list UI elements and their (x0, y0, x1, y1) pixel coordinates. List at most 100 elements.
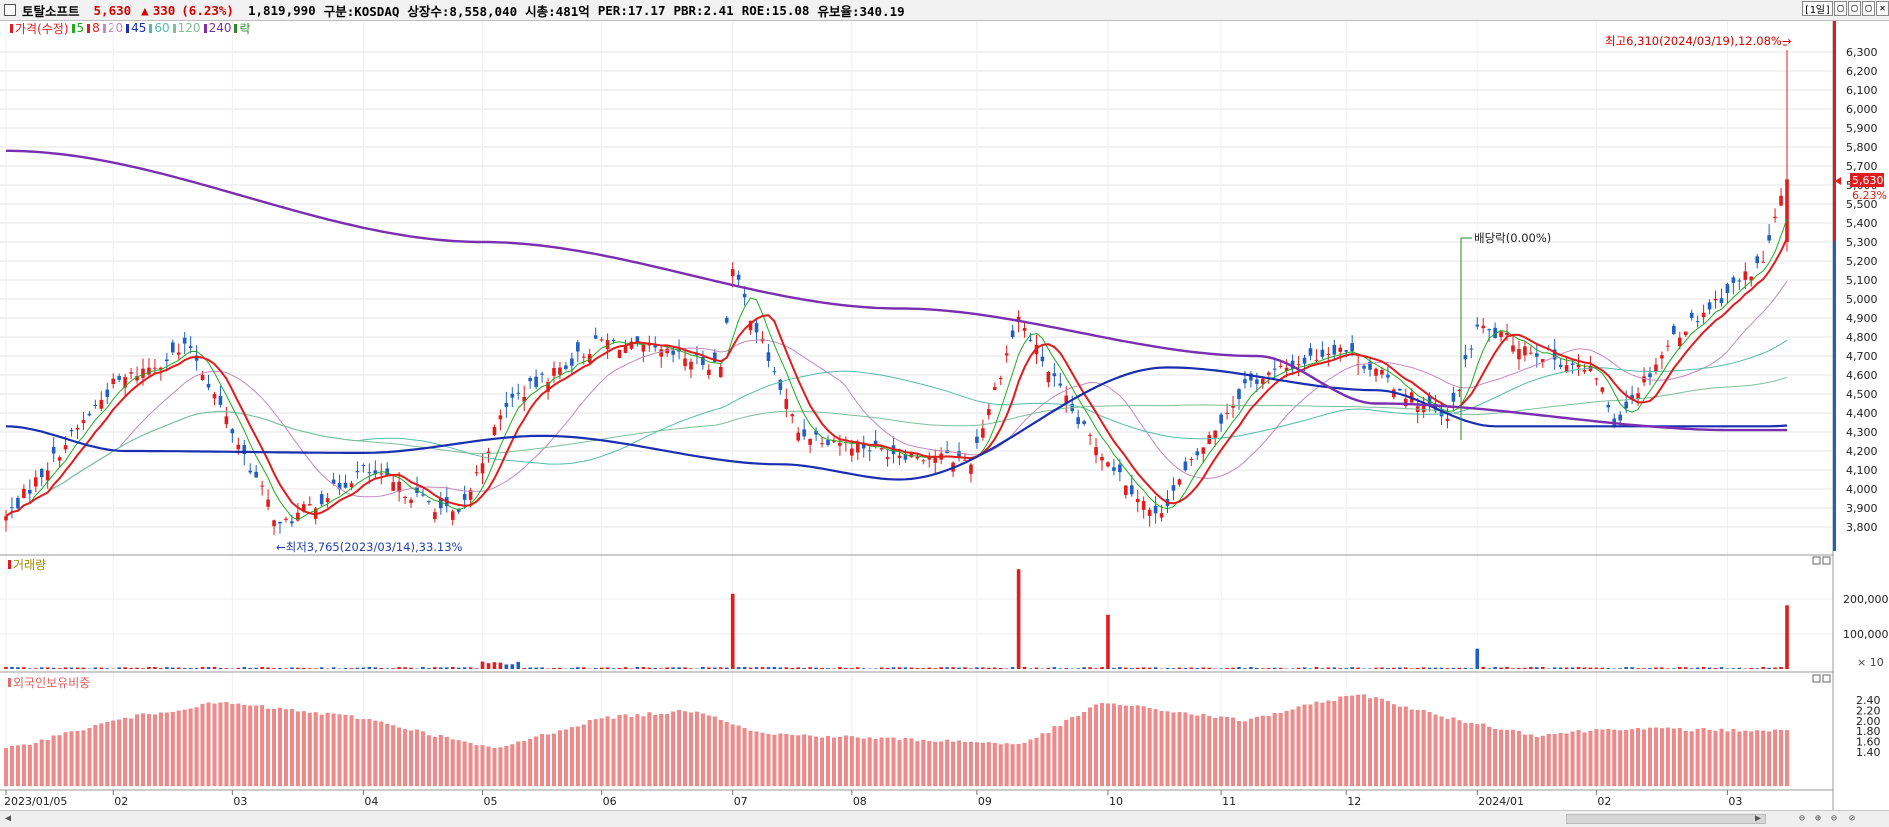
volume-bar (939, 667, 943, 669)
volume-bar (40, 667, 44, 669)
volume-bar (1029, 668, 1033, 669)
price-tick-label: 5,100 (1846, 274, 1878, 287)
foreign-ratio-bar (945, 740, 949, 786)
scroll-left-icon[interactable]: ◀ (2, 813, 14, 825)
date-tick-label: 08 (853, 795, 867, 808)
volume-bar (463, 667, 467, 669)
foreign-ratio-bar (1714, 731, 1718, 786)
close-icon[interactable]: ✕ (1876, 1, 1889, 16)
chart-canvas[interactable]: 6,3006,2006,1006,0005,9005,8005,7005,600… (0, 21, 1889, 811)
foreign-ratio-bar (22, 745, 26, 786)
foreign-ratio-bar (499, 748, 503, 786)
foreign-ratio-bar (1225, 717, 1229, 786)
volume-bar (528, 667, 532, 669)
volume-bar (82, 668, 86, 669)
candle-body (111, 379, 115, 384)
volume-bar (1231, 668, 1235, 669)
window-button-3[interactable]: ▢ (1862, 1, 1875, 16)
candle-body (564, 365, 568, 368)
foreign-ratio-bar (636, 714, 640, 786)
price-tick-label: 5,700 (1846, 160, 1878, 173)
stock-name[interactable]: 토탈소프트 (22, 1, 80, 20)
candle-body (16, 498, 20, 508)
foreign-ratio-bar (1070, 717, 1074, 786)
volume-bar (1190, 668, 1194, 669)
candle-body (278, 522, 282, 524)
volume-panel-close-icon[interactable] (1823, 557, 1830, 564)
foreign-ratio-bar (1398, 707, 1402, 786)
zoom-reset-icon[interactable]: ⊘ (1846, 813, 1858, 825)
foreign-ratio-bar (4, 748, 8, 786)
foreign-ratio-bar (1523, 735, 1527, 786)
ma5-line (6, 219, 1787, 520)
volume-bar (1422, 667, 1426, 669)
candle-body (290, 521, 294, 523)
volume-bar (1023, 667, 1027, 669)
candle-body (1029, 340, 1033, 341)
scroll-thumb[interactable] (1566, 814, 1766, 824)
foreign-ratio-bar (1410, 710, 1414, 786)
volume-bar (1386, 668, 1390, 669)
candle-body (344, 483, 348, 488)
volume-bar (58, 668, 62, 669)
zoom-out-icon[interactable]: ⊖ (1828, 813, 1840, 825)
foreign-panel-close-icon[interactable] (1823, 675, 1830, 682)
volume-bar (1237, 667, 1241, 669)
window-button-1[interactable]: ▢ (1834, 1, 1847, 16)
foreign-ratio-bar (1761, 731, 1765, 786)
foreign-ratio-bar (1059, 726, 1063, 786)
volume-bar (1136, 668, 1140, 669)
candle-body (528, 378, 532, 381)
volume-bar (1124, 668, 1128, 669)
candle-body (1726, 284, 1730, 293)
volume-bar (761, 667, 765, 669)
volume-panel-maximize-icon[interactable] (1813, 557, 1820, 564)
foreign-ratio-bar (1642, 730, 1646, 786)
horizontal-scrollbar[interactable]: ◀ ▶ ⊖ ⊕ ⊖ ⊘ (0, 810, 1889, 827)
foreign-ratio-bar (606, 717, 610, 786)
axes (0, 21, 1836, 810)
volume-bar (1267, 668, 1271, 669)
volume-value: 1,819,990 (248, 3, 316, 18)
candle-body (1511, 345, 1515, 351)
candle-body (28, 490, 32, 494)
foreign-ratio-bar (46, 740, 50, 786)
volume-bar (52, 668, 56, 669)
volume-bar (469, 667, 473, 669)
volume-bar (1005, 668, 1009, 669)
foreign-ratio-bar (1481, 724, 1485, 786)
period-button[interactable]: [1일] (1802, 1, 1833, 16)
candle-body (1499, 332, 1503, 338)
volume-bar (814, 668, 818, 669)
foreign-ratio-bar (1416, 710, 1420, 786)
foreign-ratio-bar (814, 737, 818, 786)
zoom-in-icon[interactable]: ⊕ (1812, 813, 1824, 825)
foreign-ratio-bar (1374, 697, 1378, 786)
window-button-2[interactable]: ▢ (1848, 1, 1861, 16)
candle-body (219, 396, 223, 405)
volume-bar (1458, 668, 1462, 669)
candle-body (808, 439, 812, 445)
volume-bar (612, 668, 616, 669)
foreign-ratio-bar (1207, 716, 1211, 786)
foreign-ratio-bar (779, 734, 783, 786)
candle-body (1237, 389, 1241, 399)
date-tick-label: 07 (734, 795, 748, 808)
volume-bar (999, 668, 1003, 669)
zoom-icon[interactable]: ⊖ (1796, 813, 1808, 825)
candle-body (737, 275, 741, 280)
candle-body (922, 460, 926, 461)
volume-bar (391, 668, 395, 669)
foreign-ratio-bar (332, 714, 336, 786)
candle-body (832, 441, 836, 442)
candle-body (1201, 447, 1205, 453)
scroll-right-icon[interactable]: ▶ (1752, 813, 1764, 825)
foreign-ratio-bar (1720, 729, 1724, 786)
foreign-ratio-bar (409, 731, 413, 786)
window-menu-button[interactable] (4, 4, 16, 16)
foreign-panel-maximize-icon[interactable] (1813, 675, 1820, 682)
volume-bar (1333, 667, 1337, 669)
volume-bar (1648, 668, 1652, 669)
price-candles (4, 50, 1789, 535)
foreign-ratio-bar (904, 738, 908, 786)
